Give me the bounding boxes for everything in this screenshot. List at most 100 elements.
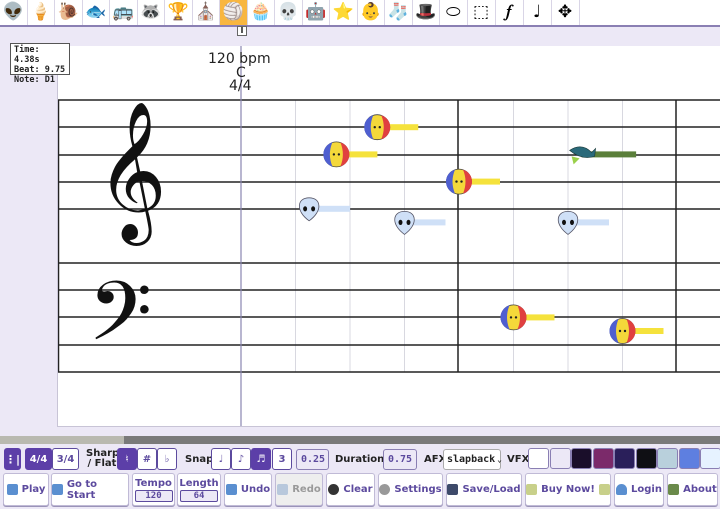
buy-now-label: Buy Now! [541, 484, 595, 495]
alien-note[interactable] [557, 210, 579, 235]
selected-instrument-marker: I [237, 26, 247, 36]
snap-quarter[interactable]: ♩ [211, 448, 231, 470]
button-row: Play Go to Start Tempo 120 Length 64 Undo … [0, 473, 720, 507]
go-to-start-button[interactable]: Go to Start [51, 473, 129, 506]
treble-clef: 𝄞 [96, 101, 167, 246]
flat-button[interactable]: ♭ [157, 448, 177, 470]
length-field[interactable]: 64 [180, 489, 218, 502]
loop-button[interactable]: ⋮| [4, 448, 21, 470]
vfx-swatch[interactable] [571, 448, 592, 469]
dynamics-tool-icon[interactable]: 𝆑 [496, 0, 524, 25]
undo-button[interactable]: Undo [224, 473, 272, 506]
eraser-instrument-icon[interactable]: ⬭ [440, 0, 468, 25]
afx-select[interactable]: slapback ⌄ [443, 449, 502, 470]
undo-icon [225, 484, 237, 495]
alien-note[interactable] [394, 210, 415, 235]
snap-sixteenth[interactable]: ♬ [251, 448, 271, 470]
play-icon [6, 484, 18, 495]
alien-instrument-icon[interactable]: 👽 [0, 0, 28, 25]
alien-eye [311, 206, 316, 212]
beachball-eye [623, 329, 627, 333]
bishop-instrument-icon[interactable]: ⛪ [193, 0, 220, 25]
floppy-icon [447, 484, 459, 495]
time-sig-4-4[interactable]: 4/4 [25, 448, 52, 470]
loop-icon: ⋮| [4, 452, 21, 466]
snail-instrument-icon[interactable]: 🐌 [55, 0, 83, 25]
beachball-eye [618, 329, 622, 333]
fish-note[interactable] [569, 146, 597, 158]
duration-label: Duration [335, 454, 385, 465]
bomb-icon [328, 484, 340, 495]
duration-field[interactable]: 0.75 [383, 449, 417, 470]
settings-button[interactable]: Settings [378, 473, 443, 506]
vfx-swatch[interactable] [678, 448, 700, 469]
snap-value-field[interactable]: 0.25 [296, 449, 329, 470]
sharp-button[interactable]: # [137, 448, 157, 470]
clear-button[interactable]: Clear [326, 473, 375, 506]
fish-instrument-icon[interactable]: 🐟 [83, 0, 110, 25]
time-sig-3-4[interactable]: 3/4 [52, 448, 79, 470]
tempo-button[interactable]: Tempo 120 [132, 473, 175, 506]
vfx-swatch[interactable] [700, 448, 720, 469]
time-readout: Time: 4.38s [14, 45, 40, 65]
goblet-instrument-icon[interactable]: 🏆 [165, 0, 193, 25]
tophat-brain-instrument-icon[interactable]: 🎩 [413, 0, 440, 25]
beachball-eye [455, 180, 458, 183]
vfx-swatch[interactable] [614, 448, 635, 469]
sharp-flat-label: Sharp / Flat [86, 448, 120, 469]
vfx-swatch[interactable] [549, 448, 571, 469]
vfx-swatch[interactable] [635, 448, 657, 469]
vfx-swatch[interactable] [657, 448, 678, 469]
scrollbar-thumb[interactable] [0, 436, 124, 444]
note-tool-icon[interactable]: ♩ [524, 0, 552, 25]
move-tool-icon[interactable]: ✥ [552, 0, 580, 25]
raccoon-instrument-icon[interactable]: 🦝 [138, 0, 165, 25]
beachball-eye [337, 153, 341, 156]
beachball-instrument-icon[interactable]: 🏐 [220, 0, 248, 25]
beachball-eye [514, 316, 518, 319]
save-load-label: Save/Load [462, 484, 521, 495]
fish-fin [571, 156, 580, 165]
natural-button[interactable]: ♮ [117, 448, 137, 470]
cupcake-instrument-icon[interactable]: 🧁 [248, 0, 275, 25]
horizontal-scrollbar[interactable] [0, 436, 720, 444]
gnome-instrument-icon[interactable]: 🍦 [28, 0, 55, 25]
beachball-eye [378, 126, 381, 129]
snap-label: Snap [185, 454, 214, 465]
beat-readout: Beat: 9.75 [14, 65, 66, 75]
baby-instrument-icon[interactable]: 👶 [358, 0, 385, 25]
bass-clef: 𝄢 [88, 263, 152, 380]
alien-eye [303, 206, 308, 212]
bus-instrument-icon[interactable]: 🚌 [110, 0, 138, 25]
star-instrument-icon[interactable]: ⭐ [330, 0, 358, 25]
login-button[interactable]: Login [614, 473, 664, 506]
robot-instrument-icon[interactable]: 🤖 [303, 0, 330, 25]
skull-instrument-icon[interactable]: 💀 [275, 0, 303, 25]
length-button[interactable]: Length 64 [177, 473, 221, 506]
redo-button[interactable]: Redo [275, 473, 323, 506]
undo-label: Undo [240, 484, 271, 495]
select-tool-icon[interactable]: ⬚ [468, 0, 496, 25]
vfx-swatch[interactable] [592, 448, 614, 469]
about-button[interactable]: About [667, 473, 718, 506]
user-icon [616, 484, 628, 495]
about-label: About [683, 484, 717, 495]
beachball-eye [509, 316, 513, 319]
settings-label: Settings [394, 484, 442, 495]
vfx-swatch[interactable] [528, 448, 549, 469]
buy-now-button[interactable]: Buy Now! [525, 473, 611, 506]
snap-triplet[interactable]: 3 [272, 448, 292, 470]
clear-label: Clear [343, 484, 373, 495]
score-svg[interactable]: 𝄞𝄢 [58, 46, 720, 427]
play-button[interactable]: Play [3, 473, 49, 506]
alien-eye [398, 219, 403, 225]
tempo-field[interactable]: 120 [134, 489, 173, 502]
score-canvas[interactable]: 𝄞 𝄢 120 bpm C 4/4 [57, 46, 720, 427]
alien-note[interactable] [298, 197, 320, 222]
sock-instrument-icon[interactable]: 🧦 [385, 0, 413, 25]
book-icon [668, 484, 680, 495]
save-load-button[interactable]: Save/Load [446, 473, 522, 506]
chevron-down-icon: ⌄ [497, 455, 502, 464]
length-label: Length [179, 477, 219, 489]
snap-eighth[interactable]: ♪ [231, 448, 251, 470]
